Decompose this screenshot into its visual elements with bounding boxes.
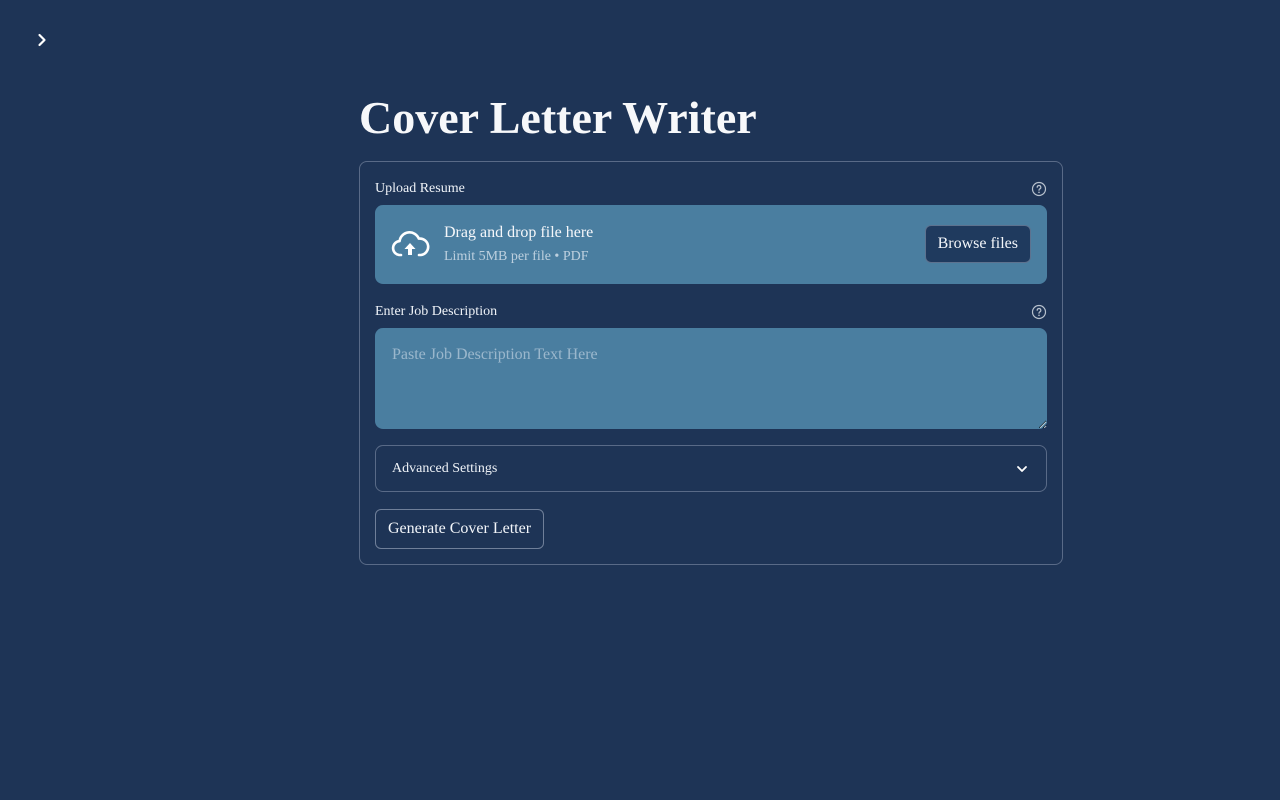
chevron-right-icon — [38, 33, 46, 47]
upload-resume-label-row: Upload Resume — [375, 179, 1047, 199]
page-title: Cover Letter Writer — [359, 92, 757, 143]
cover-letter-form: Upload Resume Drag and drop file here Li… — [359, 161, 1063, 565]
job-description-label-row: Enter Job Description — [375, 302, 1047, 322]
job-description-input[interactable] — [375, 328, 1047, 429]
cloud-upload-icon — [390, 225, 430, 265]
dropzone-hint: Limit 5MB per file • PDF — [444, 249, 589, 264]
generate-cover-letter-button[interactable]: Generate Cover Letter — [375, 509, 545, 549]
advanced-settings-expander[interactable]: Advanced Settings — [375, 445, 1047, 492]
job-help-icon[interactable] — [1031, 304, 1047, 320]
upload-help-icon[interactable] — [1031, 181, 1047, 197]
resume-dropzone[interactable]: Drag and drop file here Limit 5MB per fi… — [375, 205, 1047, 284]
sidebar-toggle-button[interactable] — [30, 28, 54, 52]
chevron-down-icon — [1014, 461, 1030, 477]
advanced-settings-label: Advanced Settings — [392, 460, 498, 476]
dropzone-title: Drag and drop file here — [444, 224, 594, 241]
browse-files-button[interactable]: Browse files — [924, 225, 1031, 263]
question-circle-icon — [1031, 304, 1047, 320]
upload-resume-label: Upload Resume — [375, 181, 465, 196]
job-description-label: Enter Job Description — [375, 304, 498, 319]
dropzone-text: Drag and drop file here Limit 5MB per fi… — [444, 223, 593, 266]
question-circle-icon — [1031, 181, 1047, 197]
